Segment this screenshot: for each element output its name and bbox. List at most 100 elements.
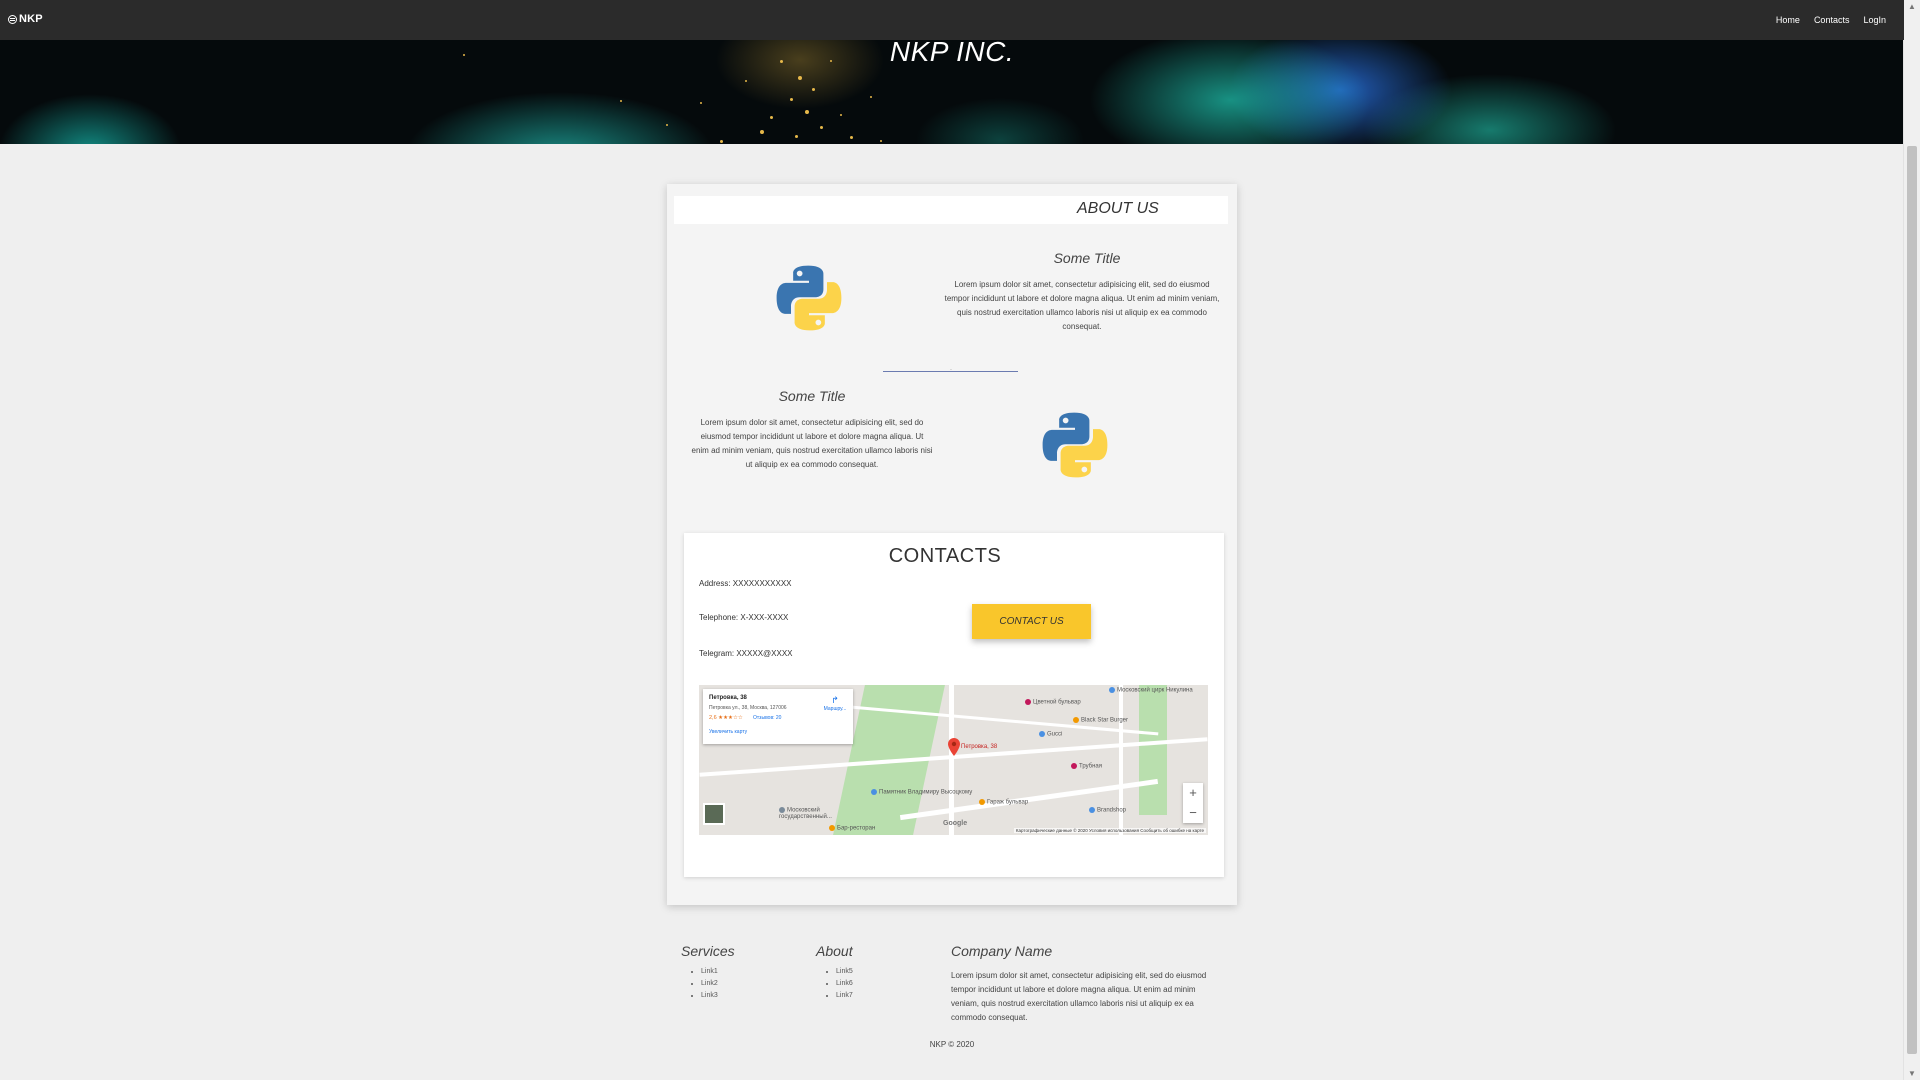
map-marker-label: Петровка, 38: [961, 744, 998, 750]
map-poi-label: Black Star Burger: [1081, 717, 1129, 724]
footer-link[interactable]: Link6: [836, 978, 853, 990]
footer-link[interactable]: Link2: [701, 978, 718, 990]
footer-link[interactable]: Link5: [836, 966, 853, 978]
python-logo-icon: [1042, 412, 1108, 478]
sparkle-particle: [820, 126, 823, 129]
sparkle-particle: [720, 140, 723, 143]
map-poi[interactable]: Гараж бульвар: [979, 799, 1028, 806]
sparkle-particle: [700, 102, 702, 104]
place-icon: [1109, 687, 1115, 693]
map-attribution[interactable]: Картографические данные © 2020 Условия и…: [1013, 828, 1206, 833]
footer-link-text[interactable]: Link1: [701, 968, 718, 975]
sparkle-particle: [795, 135, 798, 138]
map-poi[interactable]: Цветной бульвар: [1025, 699, 1081, 706]
restaurant-icon: [829, 825, 835, 831]
about-title: ABOUT US: [1077, 200, 1159, 217]
footer-company-text: Lorem ipsum dolor sit amet, consectetur …: [951, 971, 1207, 1022]
sparkle-particle: [770, 116, 773, 119]
footer-link-text[interactable]: Link5: [836, 968, 853, 975]
restaurant-icon: [1073, 717, 1079, 723]
scroll-up-arrow-icon[interactable]: ▲: [1908, 2, 1916, 11]
map-poi-label: Московский государственный...: [779, 807, 832, 820]
monument-icon: [871, 789, 877, 795]
nav-link-home[interactable]: Home: [1776, 15, 1800, 25]
footer-about-title: About: [816, 943, 853, 959]
copyright: NKP © 2020: [929, 1040, 975, 1049]
sparkle-particle: [840, 114, 842, 116]
map-route-button[interactable]: ↱ Маршру...: [821, 695, 849, 712]
divider-dot: ·: [950, 367, 952, 373]
footer-link-text[interactable]: Link7: [836, 992, 853, 999]
map-poi[interactable]: Московский государственный...: [779, 807, 859, 820]
map-poi-label: Гараж бульвар: [987, 799, 1029, 806]
contacts-section: CONTACTS Address: XXXXXXXXXXX Telephone:…: [684, 533, 1224, 877]
google-logo: Google: [943, 820, 968, 827]
shop-icon: [1039, 731, 1045, 737]
map-poi[interactable]: Памятник Владимиру Высоцкому: [871, 789, 972, 796]
building-icon: [779, 807, 785, 813]
contact-address: Address: XXXXXXXXXXX: [699, 579, 792, 588]
contacts-title: CONTACTS: [888, 545, 1002, 567]
map-zoom-in-button[interactable]: +: [1183, 783, 1203, 803]
feature-2-text: Lorem ipsum dolor sit amet, consectetur …: [691, 418, 933, 469]
map-poi[interactable]: Бар-ресторан: [829, 825, 875, 832]
map-poi[interactable]: Трубная: [1071, 763, 1102, 770]
feature-1-text: Lorem ipsum dolor sit amet, consectetur …: [944, 280, 1220, 331]
scroll-down-arrow-icon[interactable]: ▼: [1908, 1069, 1916, 1078]
sparkle-particle: [760, 130, 764, 134]
sparkle-particle: [870, 96, 872, 98]
brand-name: NKP: [19, 13, 43, 25]
footer-link[interactable]: Link1: [701, 966, 718, 978]
map-satellite-toggle[interactable]: [703, 803, 725, 825]
map-poi[interactable]: Московский цирк Никулина: [1109, 687, 1193, 694]
map-route-label: Маршру...: [823, 706, 847, 712]
metro-icon: [1071, 763, 1077, 769]
map-poi-label: Цветной бульвар: [1033, 699, 1081, 706]
map-place-name: Петровка, 38: [709, 695, 747, 701]
nav-link-contacts[interactable]: Contacts: [1814, 15, 1850, 25]
footer-services-title: Services: [681, 943, 735, 959]
main-card: ABOUT US Some Title Lorem ipsum dolor si…: [667, 184, 1237, 905]
footer-link-text[interactable]: Link6: [836, 980, 853, 987]
globe-icon: [8, 14, 17, 24]
sparkle-particle: [798, 76, 802, 80]
brand-logo[interactable]: NKP: [8, 13, 43, 25]
footer-link-text[interactable]: Link3: [701, 992, 718, 999]
hero-banner: NKP INC.: [0, 40, 1904, 144]
feature-2-title: Some Title: [778, 388, 846, 404]
embedded-map[interactable]: Петровка, 38 Петровка ул., 38, Москва, 1…: [699, 685, 1208, 835]
map-poi-label: Трубная: [1079, 763, 1103, 770]
sparkle-particle: [780, 60, 783, 63]
page-scrollbar[interactable]: ▲ ▼: [1903, 0, 1920, 1080]
footer-about-list: Link5 Link6 Link7: [816, 966, 853, 1002]
footer-link[interactable]: Link3: [701, 990, 718, 1002]
nav-links: Home Contacts LogIn: [1776, 15, 1886, 25]
footer-link-text[interactable]: Link2: [701, 980, 718, 987]
feature-1-title: Some Title: [1053, 250, 1121, 266]
contact-telephone: Telephone: X-XXX-XXXX: [699, 613, 789, 622]
map-poi-label: Памятник Владимиру Высоцкому: [879, 789, 973, 796]
map-poi[interactable]: Brandshop: [1089, 807, 1126, 814]
sparkle-particle: [830, 60, 832, 62]
footer-link[interactable]: Link7: [836, 990, 853, 1002]
map-enlarge-link[interactable]: Увеличить карту: [709, 729, 747, 735]
map-poi-label: Московский цирк Никулина: [1117, 687, 1193, 694]
sparkle-particle: [805, 110, 809, 114]
navbar: NKP Home Contacts LogIn: [0, 0, 1904, 40]
map-zoom-out-button[interactable]: −: [1183, 803, 1203, 823]
map-marker-icon[interactable]: [948, 738, 960, 756]
map-poi[interactable]: Gucci: [1039, 731, 1062, 738]
map-info-box: Петровка, 38 Петровка ул., 38, Москва, 1…: [703, 689, 853, 744]
contact-us-button[interactable]: CONTACT US: [972, 604, 1091, 639]
nav-link-login[interactable]: LogIn: [1863, 15, 1886, 25]
map-poi[interactable]: Black Star Burger: [1073, 717, 1128, 724]
footer-services-list: Link1 Link2 Link3: [681, 966, 718, 1002]
sparkle-particle: [812, 88, 815, 91]
map-reviews-link[interactable]: Отзывов: 20: [753, 715, 781, 721]
map-place-address: Петровка ул., 38, Москва, 127006: [709, 705, 787, 711]
sparkle-particle: [620, 100, 622, 102]
contact-telegram: Telegram: XXXXX@XXXX: [699, 649, 793, 658]
map-rating: 2,6 ★★★☆☆: [709, 715, 743, 721]
scroll-thumb[interactable]: [1907, 146, 1917, 1054]
map-poi-label: Бар-ресторан: [837, 825, 876, 832]
